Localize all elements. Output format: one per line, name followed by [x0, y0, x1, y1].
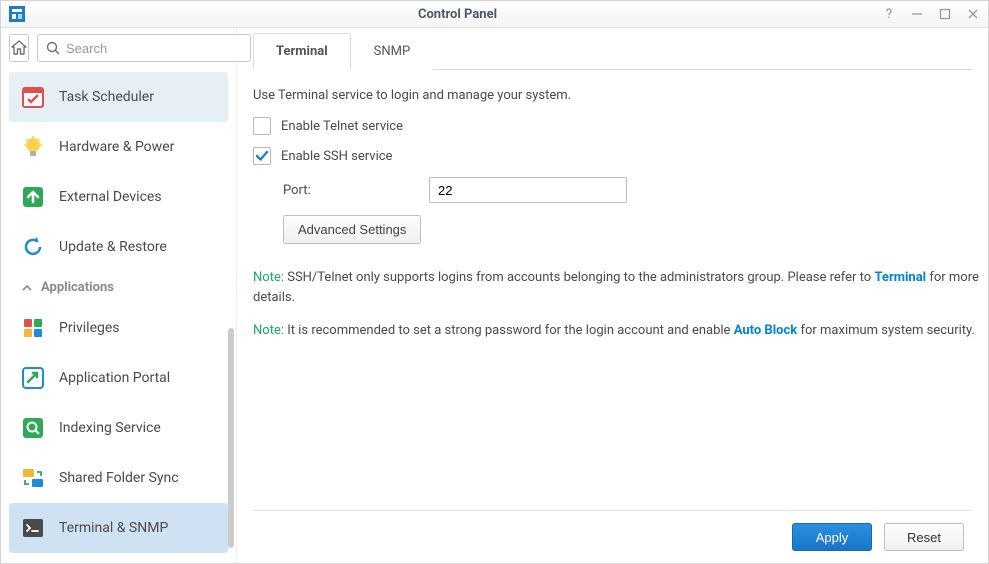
sidebar-item-external-devices[interactable]: External Devices: [9, 172, 228, 222]
sidebar-item-label: Hardware & Power: [59, 139, 174, 155]
portal-icon: [19, 364, 47, 392]
home-button[interactable]: [9, 34, 29, 62]
enable-telnet-label: Enable Telnet service: [281, 119, 403, 134]
sidebar-item-privileges[interactable]: Privileges: [9, 303, 228, 353]
apply-button[interactable]: Apply: [792, 523, 872, 551]
tabs: Terminal SNMP: [253, 32, 972, 70]
home-icon: [10, 39, 28, 57]
tab-snmp[interactable]: SNMP: [351, 33, 434, 70]
note-label: Note:: [253, 323, 284, 338]
search-box[interactable]: [37, 34, 251, 62]
sidebar-item-terminal-snmp[interactable]: Terminal & SNMP: [9, 503, 228, 553]
minimize-icon[interactable]: [910, 7, 924, 21]
app-icon: [9, 6, 25, 22]
note-2: Note: It is recommended to set a strong …: [253, 321, 980, 341]
sidebar-item-label: Indexing Service: [59, 420, 161, 436]
sidebar-item-label: Update & Restore: [59, 239, 167, 255]
window-controls: [882, 7, 980, 21]
enable-ssh-row: Enable SSH service: [253, 147, 980, 165]
footer-bar: Apply Reset: [253, 510, 972, 563]
sidebar-item-label: Terminal & SNMP: [59, 520, 168, 536]
sidebar-item-label: External Devices: [59, 189, 162, 205]
enable-ssh-label: Enable SSH service: [281, 149, 392, 164]
lightbulb-icon: [19, 133, 47, 161]
terminal-link[interactable]: Terminal: [874, 270, 926, 285]
search-icon: [46, 41, 60, 55]
intro-text: Use Terminal service to login and manage…: [253, 88, 980, 103]
enable-telnet-row: Enable Telnet service: [253, 117, 980, 135]
section-label: Applications: [41, 280, 114, 295]
device-up-icon: [19, 183, 47, 211]
sidebar-item-update-restore[interactable]: Update & Restore: [9, 222, 228, 272]
sidebar-item-task-scheduler[interactable]: Task Scheduler: [9, 72, 228, 122]
note-1: Note: SSH/Telnet only supports logins fr…: [253, 268, 980, 307]
enable-ssh-checkbox[interactable]: [253, 147, 271, 165]
window-title: Control Panel: [33, 7, 882, 22]
note-text-a: SSH/Telnet only supports logins from acc…: [287, 270, 874, 285]
sidebar-item-label: Application Portal: [59, 370, 170, 386]
calendar-check-icon: [19, 83, 47, 111]
sidebar: Task Scheduler Hardware & Power External…: [1, 28, 237, 563]
sidebar-item-label: Privileges: [59, 320, 120, 336]
search-input[interactable]: [66, 41, 242, 56]
title-bar: Control Panel: [1, 1, 988, 28]
port-row: Port:: [283, 177, 980, 203]
note-label: Note:: [253, 270, 284, 285]
sidebar-item-application-portal[interactable]: Application Portal: [9, 353, 228, 403]
content-body: Use Terminal service to login and manage…: [253, 70, 980, 510]
search-square-icon: [19, 414, 47, 442]
refresh-icon: [19, 233, 47, 261]
chevron-up-icon: [21, 282, 33, 294]
note-text-b: for maximum system security.: [797, 323, 975, 338]
enable-telnet-checkbox[interactable]: [253, 117, 271, 135]
sidebar-item-indexing-service[interactable]: Indexing Service: [9, 403, 228, 453]
section-header-applications[interactable]: Applications: [9, 272, 228, 303]
port-input[interactable]: [429, 177, 627, 203]
maximize-icon[interactable]: [938, 7, 952, 21]
check-icon: [255, 149, 269, 163]
port-label: Port:: [283, 183, 413, 198]
content-panel: Terminal SNMP Use Terminal service to lo…: [237, 28, 988, 563]
sidebar-item-shared-folder-sync[interactable]: Shared Folder Sync: [9, 453, 228, 503]
close-icon[interactable]: [966, 7, 980, 21]
sync-folders-icon: [19, 464, 47, 492]
terminal-icon: [19, 514, 47, 542]
sidebar-item-label: Shared Folder Sync: [59, 470, 179, 486]
top-actions: [1, 28, 237, 68]
tab-terminal[interactable]: Terminal: [253, 33, 351, 70]
autoblock-link[interactable]: Auto Block: [734, 323, 798, 338]
reset-button[interactable]: Reset: [884, 523, 964, 551]
grid-icon: [19, 314, 47, 342]
advanced-settings-button[interactable]: Advanced Settings: [283, 215, 421, 244]
sidebar-item-hardware-power[interactable]: Hardware & Power: [9, 122, 228, 172]
note-text-a: It is recommended to set a strong passwo…: [287, 323, 733, 338]
scrollbar[interactable]: [228, 328, 234, 548]
sidebar-item-label: Task Scheduler: [59, 89, 154, 105]
help-icon[interactable]: [882, 7, 896, 21]
